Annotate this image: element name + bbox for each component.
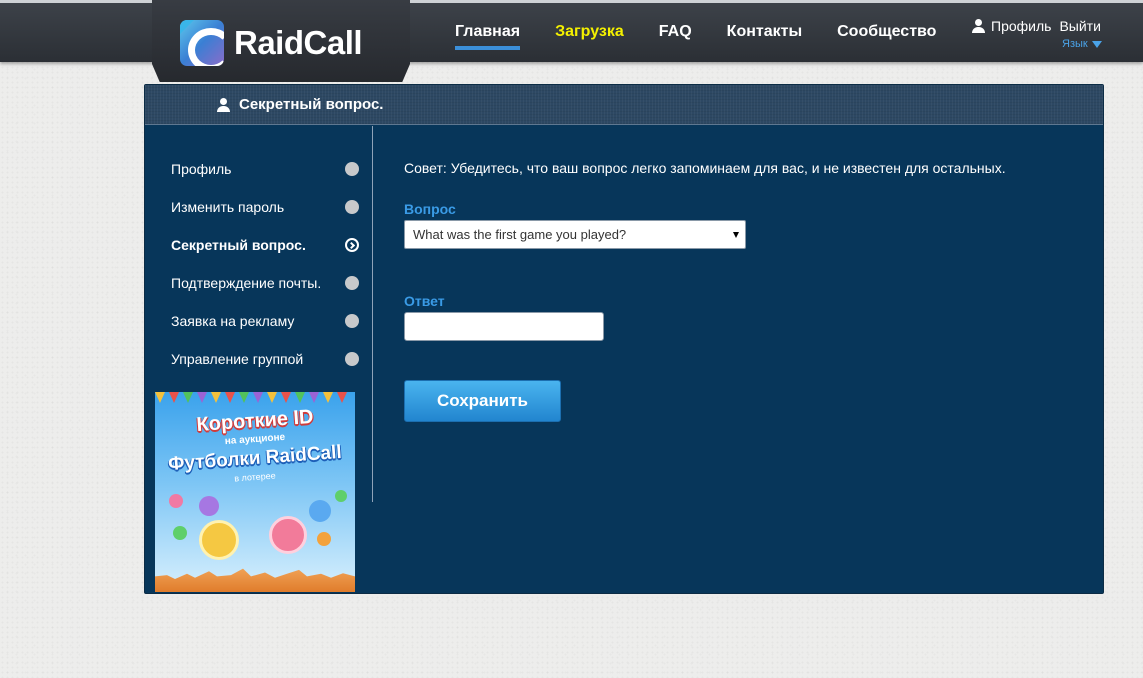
logout-link[interactable]: Выйти <box>1059 18 1100 34</box>
language-label: Язык <box>1062 38 1088 50</box>
language-selector[interactable]: Язык <box>1062 38 1102 50</box>
nav-community[interactable]: Сообщество <box>837 23 936 50</box>
answer-label: Ответ <box>404 293 445 309</box>
logo[interactable]: RaidCall <box>180 20 363 66</box>
city-skyline-decoration <box>155 568 355 592</box>
panel-header: Секретный вопрос. <box>145 85 1103 125</box>
sidebar-item-secret-question[interactable]: Секретный вопрос. <box>171 226 359 264</box>
user-icon <box>217 97 230 112</box>
sidebar-item-label: Профиль <box>171 161 232 177</box>
gamepad-bubble-icon <box>199 496 219 516</box>
bullet-icon <box>345 276 359 290</box>
secret-question-form: Совет: Убедитесь, что ваш вопрос легко з… <box>404 160 1064 422</box>
sidebar-menu: Профиль Изменить пароль Секретный вопрос… <box>171 150 359 378</box>
caret-down-icon <box>733 232 739 238</box>
sidebar-item-label: Управление группой <box>171 351 304 367</box>
caret-down-icon <box>1091 40 1102 48</box>
bullet-icon <box>345 200 359 214</box>
chevron-right-circle-icon <box>345 238 359 252</box>
profile-link[interactable]: Профиль <box>991 18 1051 34</box>
ticket-bubble-icon <box>199 520 239 560</box>
bubble-decoration <box>317 532 331 546</box>
sidebar-item-label: Секретный вопрос. <box>171 237 306 253</box>
sidebar-item-group-management[interactable]: Управление группой <box>171 340 359 378</box>
question-label: Вопрос <box>404 201 456 217</box>
promo-banner[interactable]: Короткие ID на аукционе Футболки RaidCal… <box>155 392 355 592</box>
question-select-value: What was the first game you played? <box>413 227 627 242</box>
sidebar-divider <box>372 126 373 502</box>
bubble-decoration <box>173 526 187 540</box>
nav-contacts[interactable]: Контакты <box>727 23 802 50</box>
nav-faq[interactable]: FAQ <box>659 23 692 50</box>
question-select[interactable]: What was the first game you played? <box>404 220 746 249</box>
sidebar-item-email-confirmation[interactable]: Подтверждение почты. <box>171 264 359 302</box>
sidebar-item-label: Подтверждение почты. <box>171 275 322 291</box>
sidebar-item-profile[interactable]: Профиль <box>171 150 359 188</box>
main-nav: Главная Загрузка FAQ Контакты Сообщество <box>455 23 971 50</box>
bullet-icon <box>345 352 359 366</box>
account-panel: Секретный вопрос. Профиль Изменить парол… <box>144 84 1104 594</box>
tshirt-bubble-icon <box>269 516 307 554</box>
nav-download[interactable]: Загрузка <box>555 23 624 50</box>
tshirt-bubble-icon <box>309 500 331 522</box>
user-area: Профиль Выйти Язык <box>972 18 1137 50</box>
raidcall-logo-icon <box>180 20 224 66</box>
tip-text: Совет: Убедитесь, что ваш вопрос легко з… <box>404 160 1006 176</box>
sidebar-item-label: Заявка на рекламу <box>171 313 295 329</box>
bullet-icon <box>345 314 359 328</box>
user-icon <box>972 19 985 33</box>
sidebar-item-label: Изменить пароль <box>171 199 285 215</box>
bubble-decoration <box>335 490 347 502</box>
logo-text: RaidCall <box>234 24 363 61</box>
bullet-icon <box>345 162 359 176</box>
page-title: Секретный вопрос. <box>239 96 384 113</box>
nav-home[interactable]: Главная <box>455 23 521 50</box>
answer-input[interactable] <box>404 312 604 341</box>
bubble-decoration <box>169 494 183 508</box>
save-button[interactable]: Сохранить <box>404 380 561 422</box>
sidebar-item-change-password[interactable]: Изменить пароль <box>171 188 359 226</box>
sidebar-item-ad-request[interactable]: Заявка на рекламу <box>171 302 359 340</box>
